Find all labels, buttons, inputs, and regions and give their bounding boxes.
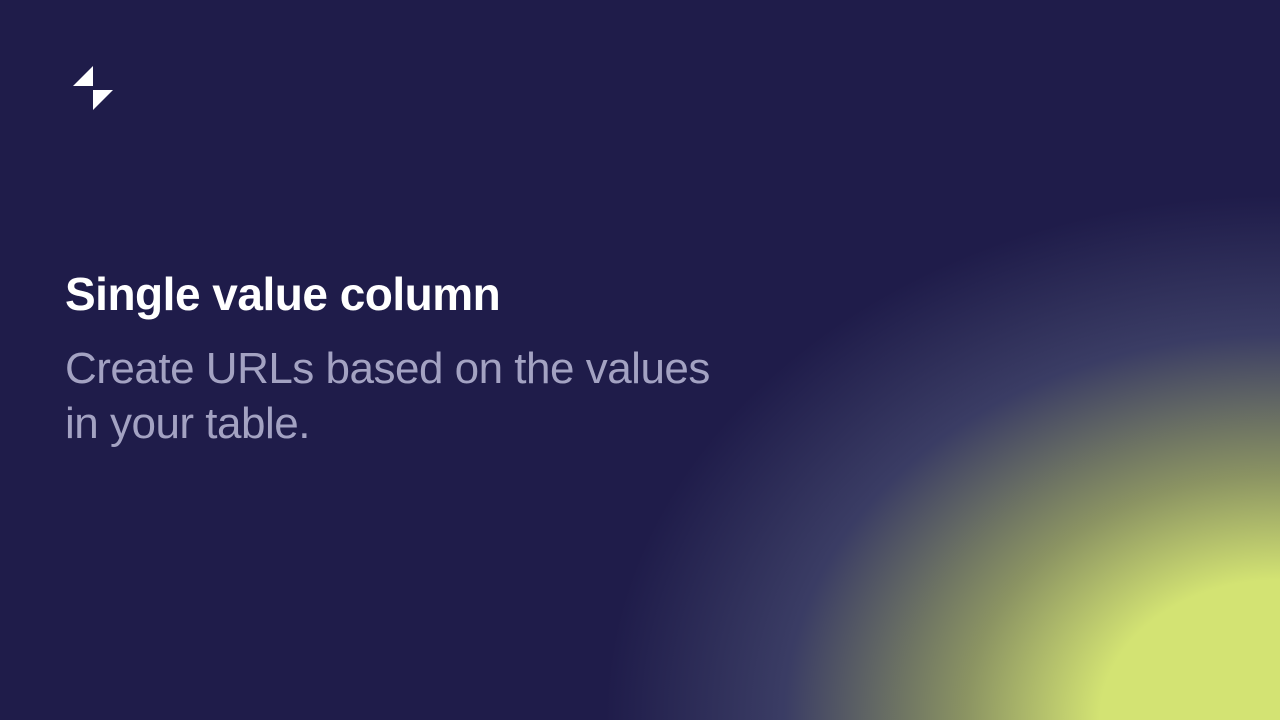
hero-title: Single value column (65, 268, 745, 321)
hero-content: Single value column Create URLs based on… (65, 268, 745, 451)
glide-logo-icon (65, 60, 121, 116)
hero-subtitle: Create URLs based on the values in your … (65, 341, 745, 451)
